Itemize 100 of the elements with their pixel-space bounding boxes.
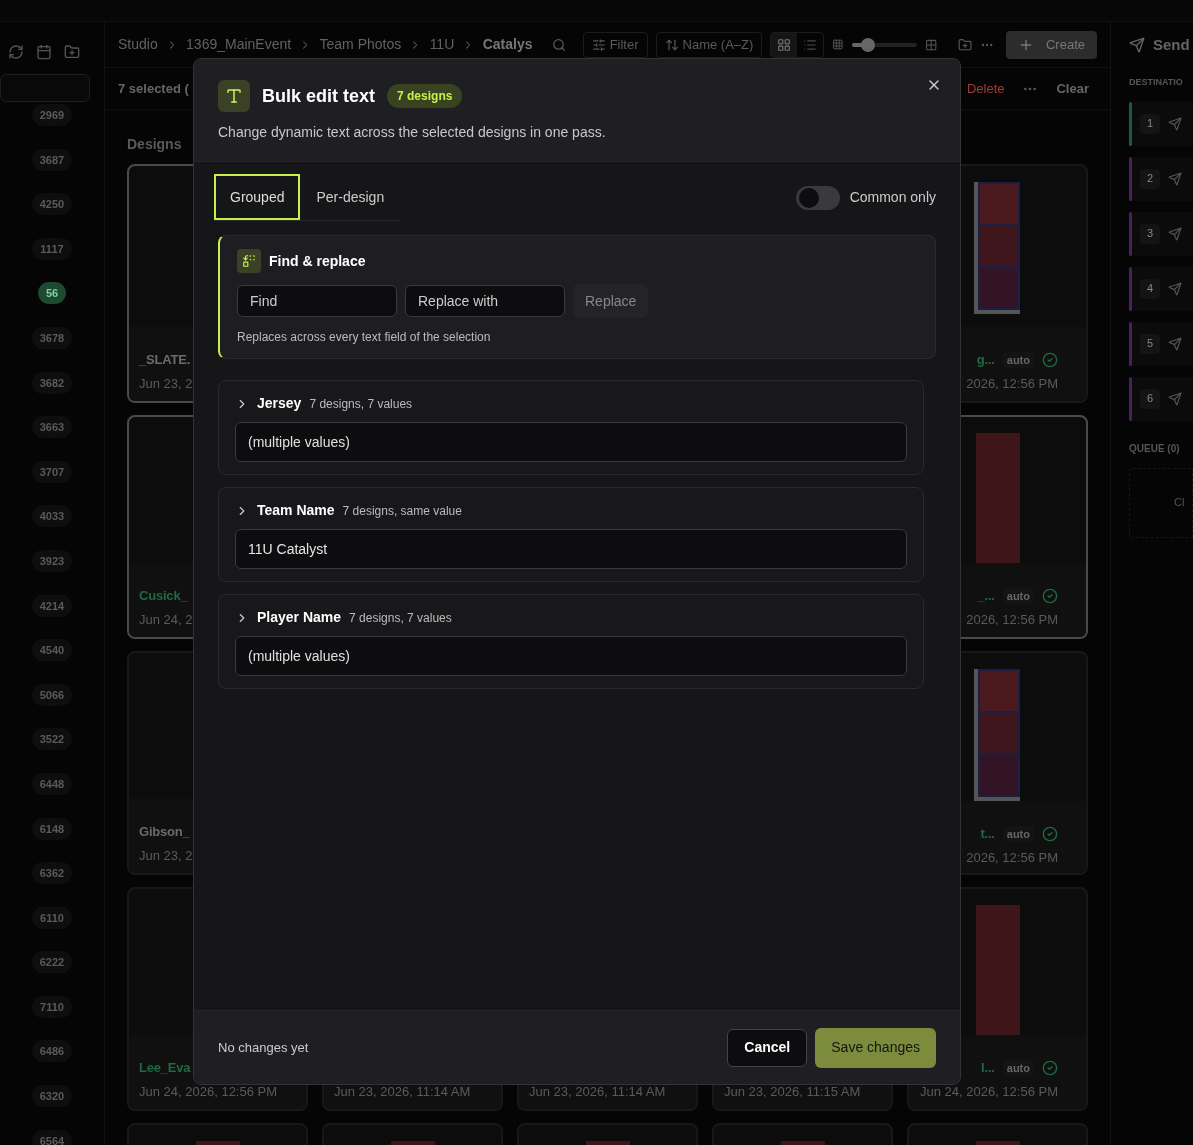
field-meta: 7 designs, 7 values (349, 609, 452, 627)
text-field[interactable]: (multiple values) (235, 422, 907, 462)
design-title: t... (980, 825, 995, 843)
breadcrumb-link[interactable]: Studio (118, 34, 158, 55)
design-date: Jun 23, 2026, 11:14 AM (529, 1082, 666, 1101)
auto-tag: auto (1002, 825, 1034, 842)
auto-tag: auto (1002, 351, 1034, 368)
count-badge[interactable]: 3678 (31, 326, 73, 349)
count-badge[interactable]: 6148 (31, 817, 73, 840)
breadcrumb-link[interactable]: 1369_MainEvent (186, 34, 292, 55)
clear-button[interactable]: Clear (1056, 78, 1089, 99)
search-field[interactable] (0, 74, 90, 102)
text-field[interactable]: (multiple values) (235, 636, 907, 676)
count-badge[interactable]: 3522 (31, 728, 73, 751)
count-badge[interactable]: 6362 (31, 862, 73, 885)
send-icon (1168, 171, 1182, 186)
list-icon (803, 37, 818, 52)
find-field[interactable]: Find (237, 285, 397, 317)
sort-button[interactable]: Name (A–Z) (655, 31, 763, 58)
destination-number: 6 (1140, 388, 1160, 409)
destination-number: 5 (1140, 333, 1160, 354)
check-circle-icon (1042, 825, 1058, 842)
replace-field[interactable]: Replace with (405, 285, 565, 317)
section-heading: QUEUE (0) (1129, 441, 1181, 456)
design-date: Jun 23, 2 (139, 374, 193, 393)
destination-item[interactable]: 5 (1129, 321, 1193, 366)
filter-button[interactable]: Filter (582, 31, 648, 58)
folder-plus-icon[interactable] (957, 36, 972, 53)
destination-number: 4 (1140, 278, 1160, 299)
destination-item[interactable]: 6 (1129, 376, 1193, 421)
card-title: Find & replace (269, 251, 366, 271)
destination-item[interactable]: 3 (1129, 211, 1193, 256)
text-field[interactable]: 11U Catalyst (235, 529, 907, 569)
section-title: Designs (127, 135, 182, 154)
count-badge[interactable]: 3663 (31, 416, 73, 439)
destination-item[interactable]: 4 (1129, 266, 1193, 311)
design-title: l... (981, 1059, 995, 1077)
count-badge[interactable]: 4033 (31, 505, 73, 528)
destination-item[interactable]: 2 (1129, 156, 1193, 201)
count-badge[interactable]: 5066 (31, 683, 73, 706)
count-badge[interactable]: 7110 (32, 995, 72, 1018)
field-label: Player Name (257, 608, 342, 627)
create-button[interactable]: Create (1005, 30, 1097, 59)
breadcrumb-link[interactable]: Catalys (482, 34, 533, 55)
save-button[interactable]: Save changes (815, 1027, 936, 1068)
text-icon (218, 80, 250, 112)
folder-plus-icon[interactable] (64, 44, 80, 60)
large-grid-icon (925, 37, 938, 52)
grid-view-button[interactable] (771, 32, 798, 57)
count-badge[interactable]: 6222 (31, 951, 73, 974)
count-badge[interactable]: 6486 (31, 1040, 73, 1063)
count-badge[interactable]: 3682 (31, 371, 73, 394)
count-badge[interactable]: 3687 (31, 148, 73, 171)
design-date: Jun 23, 2 (139, 846, 193, 865)
destination-item[interactable]: 1 (1129, 101, 1193, 146)
count-badge: 7 designs (387, 84, 463, 108)
tab[interactable]: Per-design (300, 174, 401, 220)
count-badge[interactable]: 4540 (31, 639, 73, 662)
count-badge[interactable]: 6564 (31, 1129, 73, 1145)
send-icon (1129, 37, 1145, 53)
toggle-switch[interactable] (795, 185, 840, 210)
count-badge[interactable]: 6448 (31, 772, 73, 795)
design-date: Jun 23, 2026, 11:14 AM (334, 1082, 471, 1101)
count-badge[interactable]: 3923 (31, 549, 73, 572)
hint-text: Replaces across every text field of the selection (237, 329, 492, 346)
breadcrumb-link[interactable]: 11U (429, 34, 455, 55)
field-meta: 7 designs, 7 values (309, 395, 413, 413)
search-icon[interactable] (552, 36, 567, 53)
design-title: g... (976, 351, 995, 369)
field-label: Jersey (257, 394, 302, 413)
count-badge[interactable]: 4250 (31, 193, 73, 216)
count-badge[interactable]: 1117 (32, 237, 72, 260)
tab[interactable]: Grouped (214, 174, 301, 220)
count-badge[interactable]: 4214 (31, 594, 73, 617)
design-date: 2026, 12:56 PM (966, 848, 1058, 867)
refresh-icon[interactable] (8, 44, 24, 60)
breadcrumb-link[interactable]: Team Photos (319, 34, 402, 55)
count-badge[interactable]: 6110 (32, 906, 72, 929)
count-badge[interactable]: 2969 (31, 104, 73, 126)
check-circle-icon (1042, 351, 1058, 368)
design-date: 2026, 12:56 PM (966, 374, 1058, 393)
selection-count: 7 selected ( (118, 79, 189, 98)
cancel-button[interactable]: Cancel (727, 1028, 808, 1067)
small-grid-icon (832, 38, 844, 51)
design-title: Gibson_ (139, 823, 190, 841)
count-badge[interactable]: 56 (37, 282, 67, 305)
zoom-slider[interactable] (851, 37, 918, 52)
sort-icon (664, 37, 679, 52)
send-icon (1168, 281, 1182, 296)
check-circle-icon (1042, 587, 1058, 604)
status-text: No changes yet (218, 1038, 309, 1057)
dialog-title: Bulk edit text (262, 84, 376, 108)
count-badge[interactable]: 3707 (31, 460, 73, 483)
calendar-icon[interactable] (36, 44, 52, 60)
queue-hint: Cl (1174, 495, 1185, 511)
delete-button[interactable]: Delete (966, 78, 1005, 99)
design-title: _SLATE. (139, 351, 191, 369)
destination-number: 2 (1140, 168, 1160, 189)
design-date: Jun 24, 2 (139, 610, 193, 629)
count-badge[interactable]: 6320 (31, 1085, 73, 1108)
